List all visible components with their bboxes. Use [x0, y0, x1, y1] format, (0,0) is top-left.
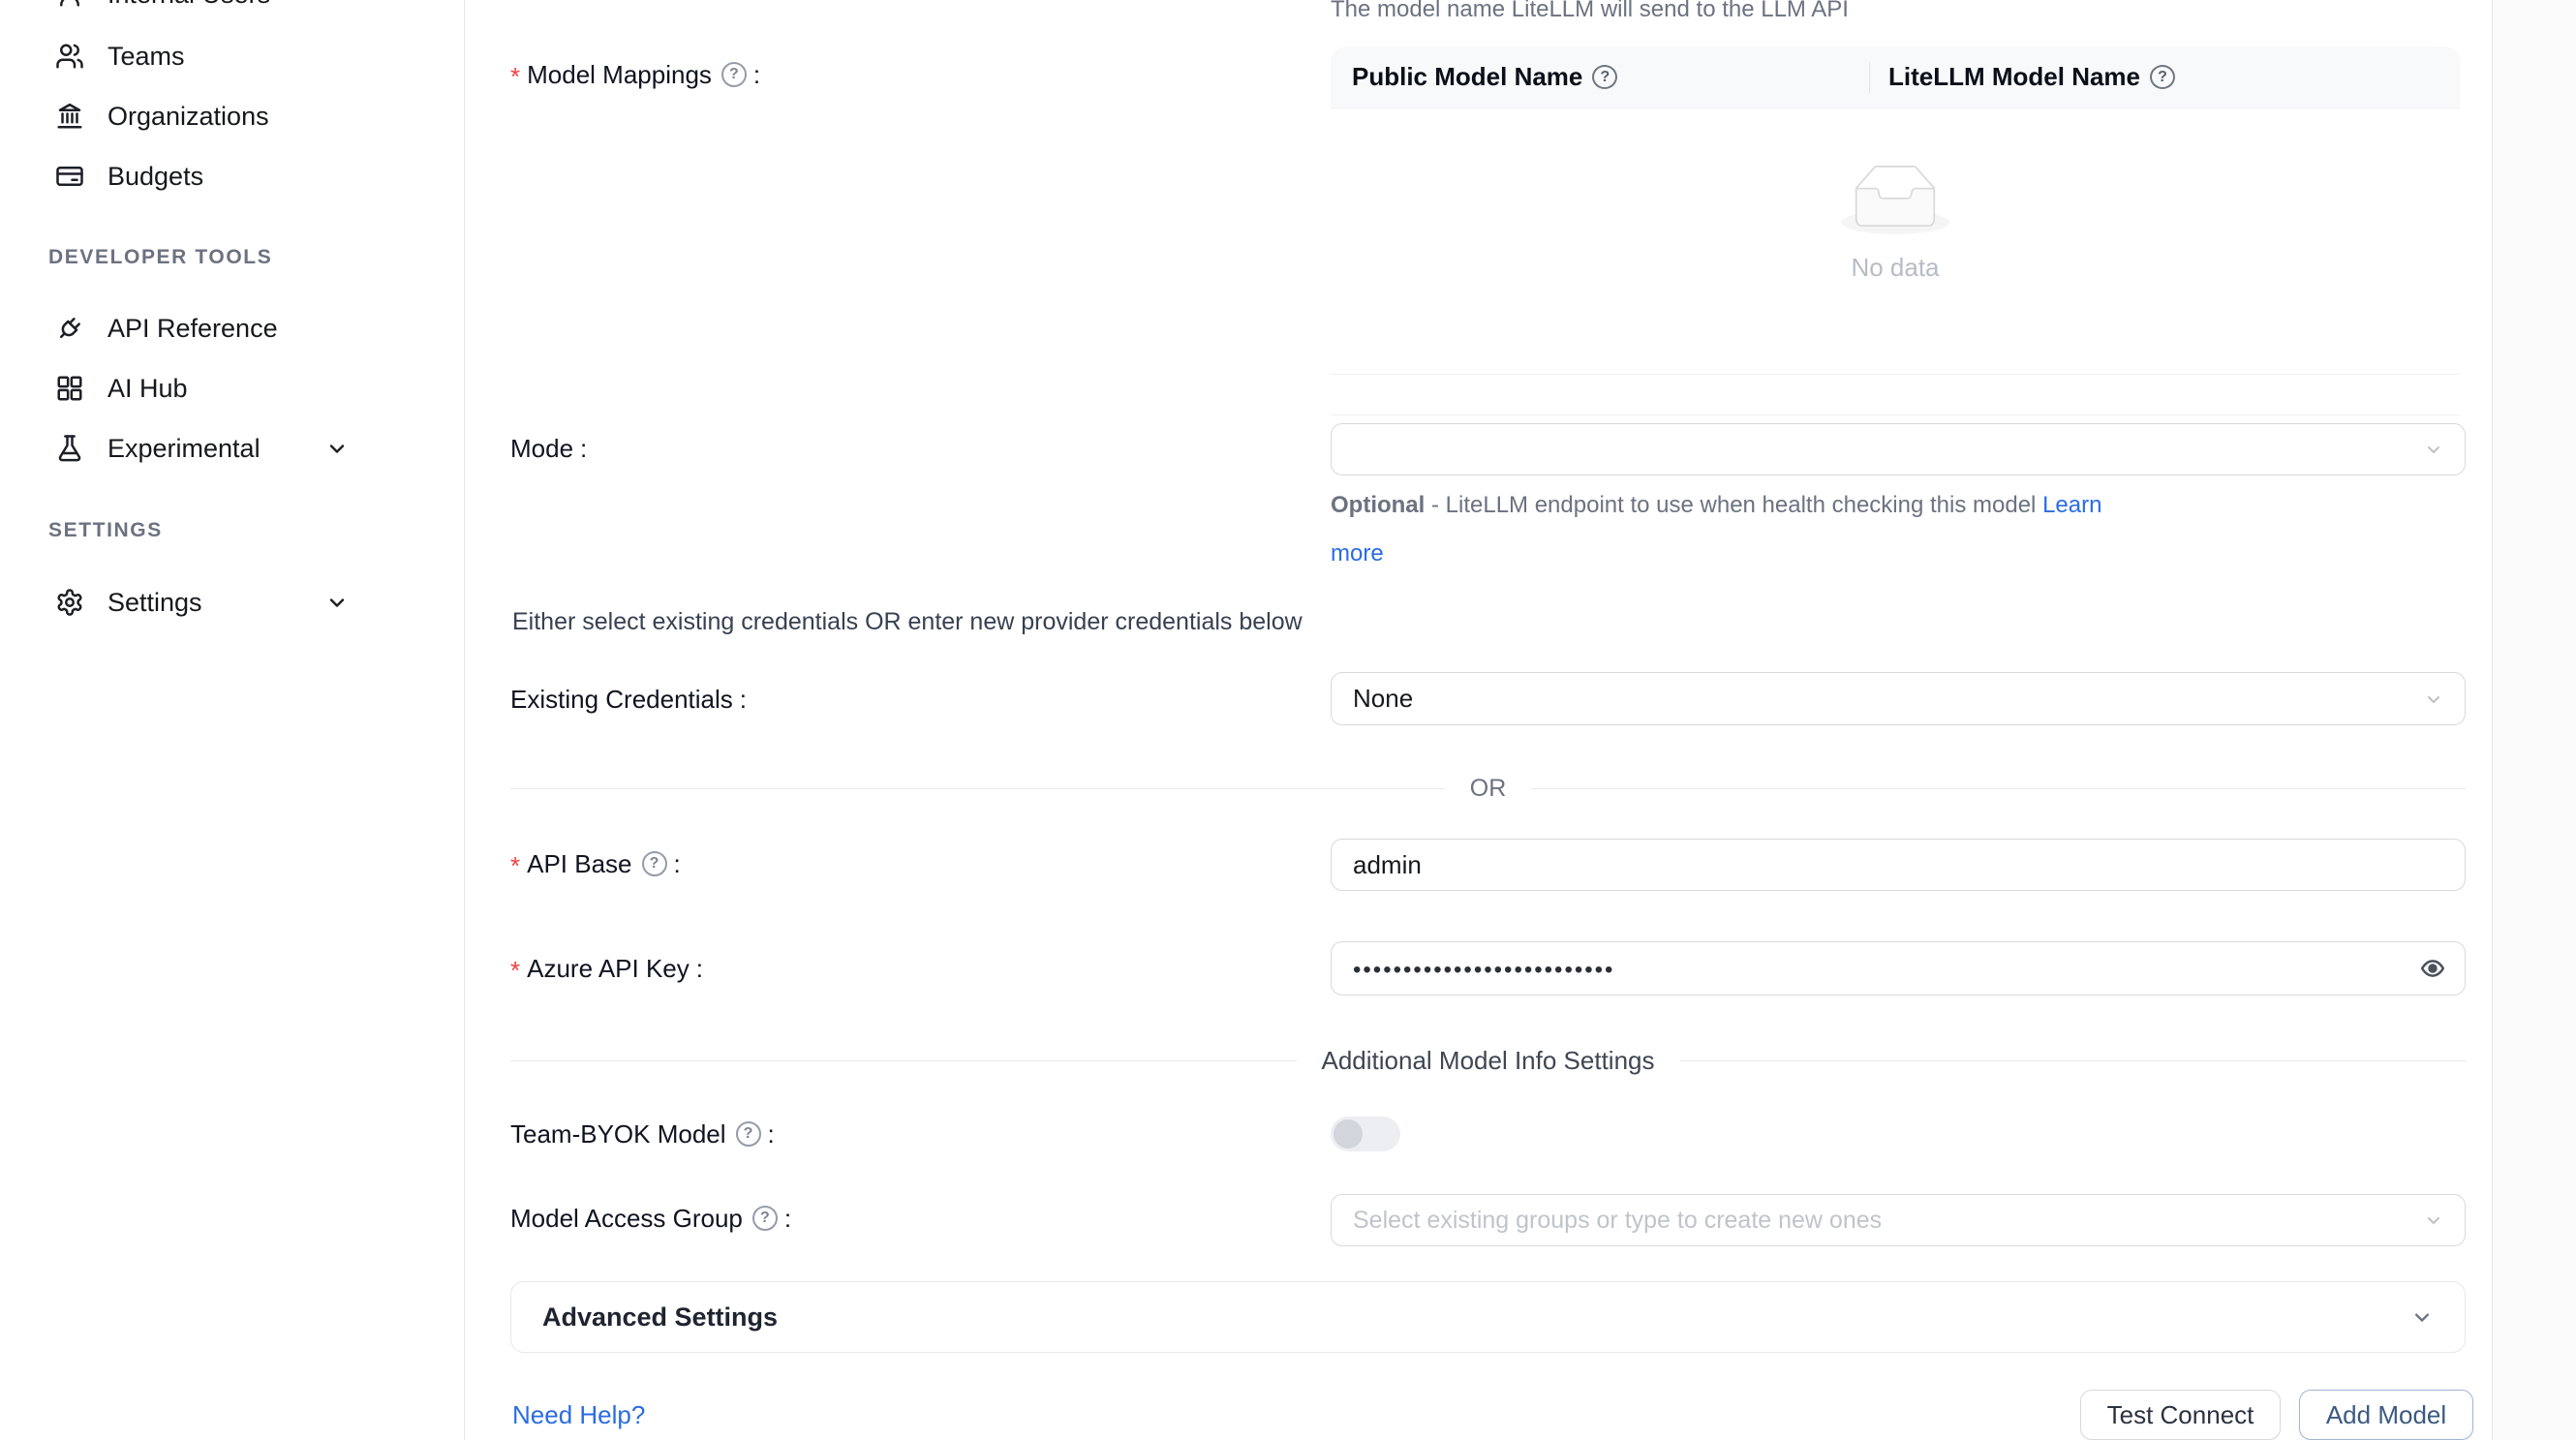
- need-help-link[interactable]: Need Help?: [512, 1400, 645, 1430]
- sidebar-item-label: API Reference: [107, 314, 278, 344]
- additional-model-info-divider: Additional Model Info Settings: [510, 1047, 2466, 1074]
- mode-select[interactable]: [1331, 423, 2466, 475]
- sidebar-item-settings[interactable]: Settings: [0, 575, 465, 629]
- required-marker: *: [510, 849, 520, 882]
- help-icon[interactable]: ?: [721, 62, 747, 87]
- empty-inbox-icon: [1841, 165, 1949, 239]
- help-icon[interactable]: ?: [736, 1121, 761, 1147]
- chevron-down-icon: [2422, 1209, 2445, 1232]
- mode-label: Mode :: [510, 432, 587, 465]
- no-data-text: No data: [1851, 253, 1939, 283]
- sidebar-section-settings: SETTINGS: [48, 517, 163, 544]
- users-icon: [55, 42, 84, 71]
- sidebar-item-ai-hub[interactable]: AI Hub: [0, 361, 465, 415]
- model-mappings-label: * Model Mappings ? :: [510, 56, 760, 93]
- gear-icon: [55, 588, 84, 617]
- user-icon: [55, 0, 84, 9]
- column-header-litellm-model-name: LiteLLM Model Name ?: [1869, 46, 2460, 107]
- sidebar-item-experimental[interactable]: Experimental: [0, 421, 465, 475]
- azure-api-key-label: * Azure API Key :: [510, 950, 703, 987]
- litellm-model-name-helper: The model name LiteLLM will send to the …: [1331, 0, 1849, 23]
- sidebar-item-label: AI Hub: [107, 374, 188, 404]
- plug-icon: [55, 314, 84, 343]
- advanced-settings-title: Advanced Settings: [542, 1302, 2408, 1333]
- chevron-down-icon: [2422, 438, 2445, 461]
- sidebar: Internal Users Teams Organizations Budge…: [0, 0, 465, 1440]
- flask-icon: [55, 434, 84, 463]
- masked-password: ••••••••••••••••••••••••••: [1353, 957, 1614, 984]
- credit-card-icon: [55, 162, 84, 191]
- help-icon[interactable]: ?: [1592, 65, 1617, 89]
- select-placeholder: Select existing groups or type to create…: [1353, 1207, 1882, 1235]
- column-divider: [1869, 62, 1870, 93]
- toggle-knob: [1334, 1119, 1363, 1149]
- required-marker: *: [510, 954, 520, 987]
- sidebar-item-label: Experimental: [107, 434, 261, 464]
- help-icon[interactable]: ?: [2150, 65, 2175, 89]
- chevron-down-icon: [325, 591, 349, 614]
- existing-credentials-select[interactable]: None: [1331, 672, 2466, 725]
- sidebar-item-label: Budgets: [107, 162, 203, 192]
- api-base-label: * API Base ? :: [510, 845, 681, 882]
- sidebar-item-organizations[interactable]: Organizations: [0, 89, 465, 143]
- team-byok-toggle[interactable]: [1331, 1117, 1400, 1151]
- required-marker: *: [510, 60, 520, 93]
- existing-credentials-label: Existing Credentials :: [510, 683, 747, 716]
- or-divider: OR: [510, 775, 2466, 802]
- azure-api-key-input[interactable]: ••••••••••••••••••••••••••: [1331, 941, 2466, 996]
- sidebar-item-internal-users[interactable]: Internal Users: [0, 0, 465, 21]
- chevron-down-icon: [325, 437, 349, 460]
- add-model-button[interactable]: Add Model: [2299, 1390, 2473, 1440]
- mode-helper-text: Optional - LiteLLM endpoint to use when …: [1331, 481, 2125, 578]
- model-mappings-table: Public Model Name ? LiteLLM Model Name ?…: [1331, 46, 2460, 415]
- sidebar-item-label: Settings: [107, 588, 202, 618]
- sidebar-item-api-reference[interactable]: API Reference: [0, 301, 465, 355]
- team-byok-label: Team-BYOK Model ? :: [510, 1118, 775, 1150]
- table-empty-state: No data: [1331, 108, 2460, 375]
- sidebar-item-label: Teams: [107, 42, 185, 72]
- table-header-row: Public Model Name ? LiteLLM Model Name ?: [1331, 46, 2460, 108]
- sidebar-item-budgets[interactable]: Budgets: [0, 149, 465, 203]
- help-icon[interactable]: ?: [752, 1206, 778, 1231]
- test-connect-button[interactable]: Test Connect: [2080, 1390, 2281, 1440]
- model-access-group-select[interactable]: Select existing groups or type to create…: [1331, 1194, 2466, 1246]
- help-icon[interactable]: ?: [642, 851, 667, 876]
- table-footer: [1331, 375, 2460, 415]
- bank-icon: [55, 102, 84, 131]
- api-base-input[interactable]: admin: [1331, 839, 2466, 891]
- sidebar-section-developer-tools: DEVELOPER TOOLS: [48, 244, 272, 271]
- sidebar-item-label: Organizations: [107, 102, 269, 132]
- chevron-down-icon: [2408, 1303, 2436, 1331]
- sidebar-item-label: Internal Users: [107, 0, 270, 10]
- add-model-form: The model name LiteLLM will send to the …: [465, 0, 2493, 1440]
- chevron-down-icon: [2422, 688, 2445, 711]
- model-access-group-label: Model Access Group ? :: [510, 1202, 791, 1235]
- grid-icon: [55, 374, 84, 403]
- eye-icon[interactable]: [2420, 956, 2445, 981]
- advanced-settings-panel[interactable]: Advanced Settings: [510, 1281, 2466, 1353]
- credentials-note: Either select existing credentials OR en…: [512, 608, 1303, 636]
- sidebar-item-teams[interactable]: Teams: [0, 29, 465, 83]
- column-header-public-model-name: Public Model Name ?: [1331, 46, 1869, 107]
